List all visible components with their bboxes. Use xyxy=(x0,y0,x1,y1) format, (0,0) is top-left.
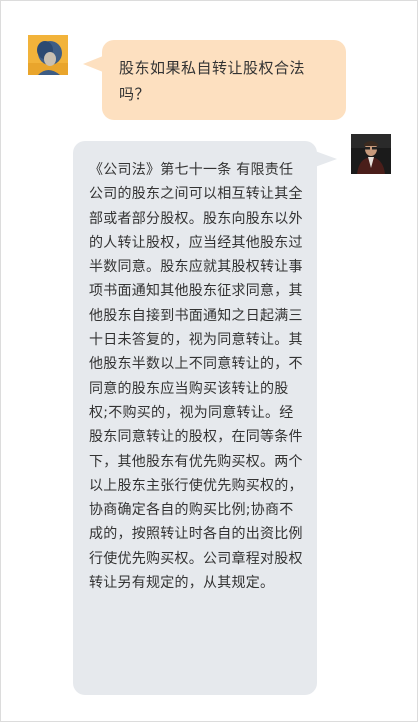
lawyer-answer-bubble[interactable]: 《公司法》第七十一条 有限责任公司的股东之间可以相互转让其全部或者部分股权。股东… xyxy=(73,141,317,695)
user-avatar-portrait-icon xyxy=(28,35,68,75)
user-question-bubble[interactable]: 股东如果私自转让股权合法吗？ xyxy=(102,40,346,120)
answer-bubble-tail xyxy=(315,151,337,167)
chat-window: 股东如果私自转让股权合法吗？ 《公司法》第七十一条 有限责任公司的股东之间可以相… xyxy=(0,0,418,722)
lawyer-avatar[interactable] xyxy=(351,134,391,174)
user-avatar[interactable] xyxy=(28,35,68,75)
question-bubble-tail xyxy=(83,56,103,72)
lawyer-answer-text: 《公司法》第七十一条 有限责任公司的股东之间可以相互转让其全部或者部分股权。股东… xyxy=(89,162,303,592)
user-question-text: 股东如果私自转让股权合法吗？ xyxy=(119,59,306,103)
lawyer-avatar-portrait-icon xyxy=(351,134,391,174)
